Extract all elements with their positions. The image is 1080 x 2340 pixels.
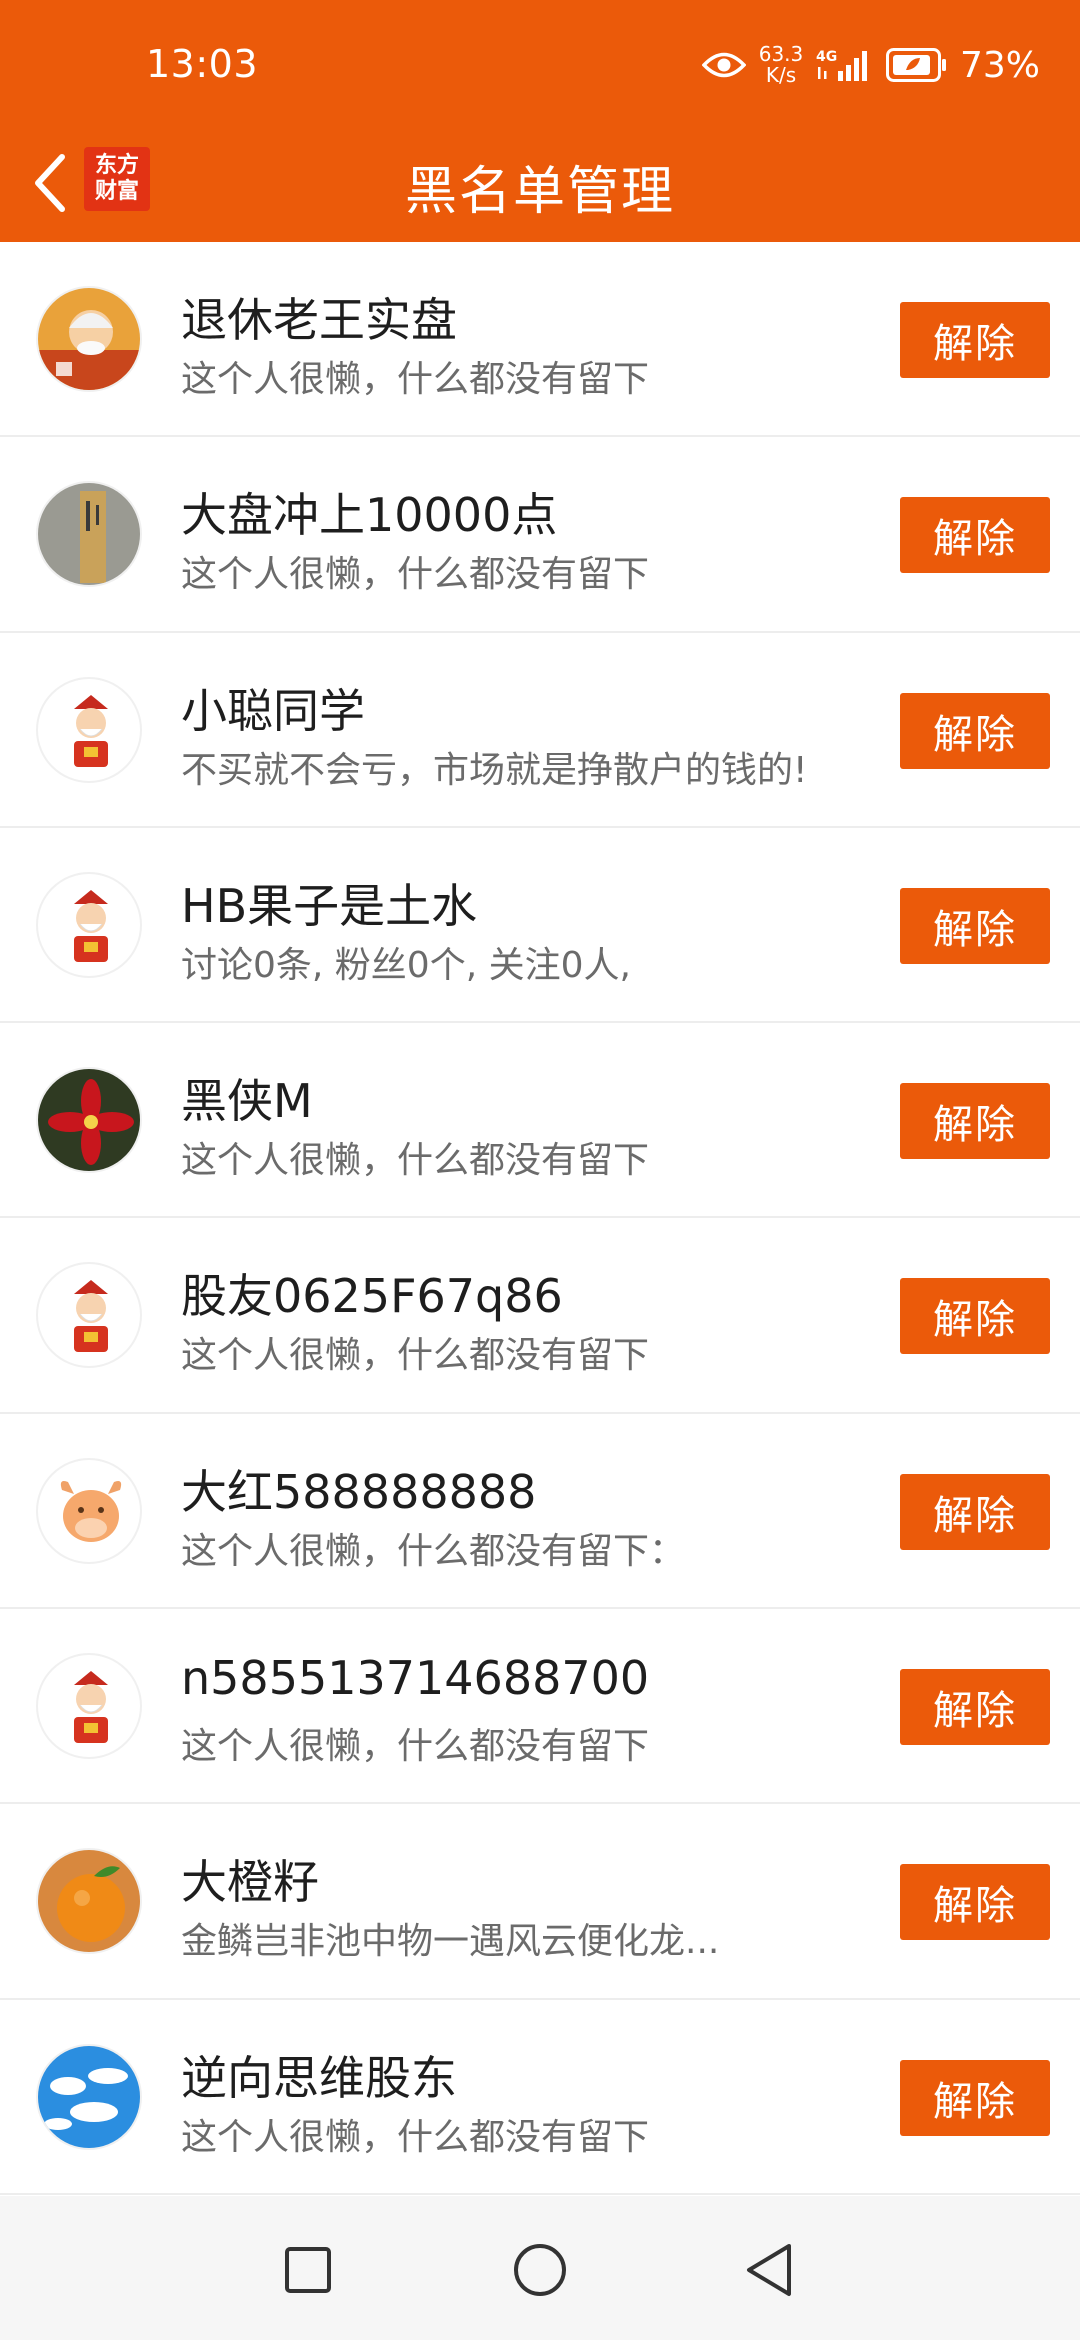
unblock-button[interactable]: 解除 (900, 1083, 1050, 1160)
list-item: n585513714688700 这个人很懒，什么都没有留下 解除 (0, 1609, 1080, 1805)
net-speed-value: 63.3 (758, 42, 804, 66)
fortune-god-avatar-icon (38, 1655, 140, 1758)
avatar[interactable] (36, 1457, 142, 1564)
unblock-button[interactable]: 解除 (900, 1864, 1050, 1941)
avatar[interactable] (36, 481, 142, 588)
user-name[interactable]: 逆向思维股东 (181, 2042, 457, 2108)
triangle-back-icon (743, 2242, 797, 2302)
page-title: 黑名单管理 (404, 162, 675, 222)
status-time: 13:03 (146, 42, 259, 86)
avatar[interactable] (36, 676, 142, 783)
sky-clouds-avatar-icon (38, 2045, 140, 2148)
net-speed-unit: K/s (765, 63, 797, 87)
list-item: HB果子是土水 讨论0条, 粉丝0个, 关注0人, 解除 (0, 827, 1080, 1024)
user-bio: 这个人很懒，什么都没有留下 (181, 554, 650, 596)
user-bio: 这个人很懒，什么都没有留下 (181, 1335, 650, 1377)
avatar[interactable] (36, 1262, 142, 1369)
user-bio: 这个人很懒，什么都没有留下 (181, 1140, 650, 1182)
user-bio: 这个人很懒，什么都没有留下： (181, 1530, 686, 1572)
back-nav-button[interactable] (730, 2232, 810, 2312)
avatar[interactable] (36, 286, 142, 392)
unblock-button[interactable]: 解除 (900, 302, 1050, 378)
status-bar: 13:03 63.3 K/s 4G 73% (0, 0, 1080, 135)
bull-avatar-icon (38, 1459, 140, 1562)
list-item: 黑侠M 这个人很懒，什么都没有留下 解除 (0, 1023, 1080, 1219)
list-item: 退休老王实盘 这个人很懒，什么都没有留下 解除 (0, 242, 1080, 438)
fortune-god-avatar-icon (38, 1264, 140, 1367)
user-bio: 这个人很懒，什么都没有留下 (181, 359, 650, 400)
title-bar: 东方 财富 黑名单管理 (0, 135, 1080, 242)
list-item: 大红588888888 这个人很懒，什么都没有留下： 解除 (0, 1413, 1080, 1610)
unblock-button[interactable]: 解除 (900, 887, 1050, 964)
list-item: 逆向思维股东 这个人很懒，什么都没有留下 解除 (0, 1999, 1080, 2195)
user-bio: 这个人很懒，什么都没有留下 (181, 1726, 650, 1768)
battery-icon (885, 45, 950, 85)
user-name[interactable]: 大橙籽 (181, 1846, 319, 1912)
user-name[interactable]: 小聪同学 (181, 675, 365, 741)
unblock-button[interactable]: 解除 (900, 1473, 1050, 1550)
unblock-button[interactable]: 解除 (900, 1278, 1050, 1355)
unblock-button[interactable]: 解除 (900, 1669, 1050, 1746)
avatar[interactable] (36, 2043, 142, 2150)
list-item: 大橙籽 金鳞岂非池中物一遇风云便化龙... 解除 (0, 1804, 1080, 2000)
fortune-god-avatar-icon (38, 873, 140, 976)
signal-icon: 4G (816, 45, 876, 85)
fortune-god-avatar-icon (38, 678, 140, 781)
home-button[interactable] (500, 2232, 580, 2312)
blocked-users-list: 退休老王实盘 这个人很懒，什么都没有留下 解除 大盘冲上10000点 这个人很懒… (0, 242, 1080, 2195)
avatar[interactable] (36, 1067, 142, 1174)
battery-percentage: 73% (959, 44, 1040, 86)
old-man-avatar-icon (38, 288, 140, 390)
status-icons: 63.3 K/s 4G 73% (701, 40, 1040, 90)
list-item: 股友0625F67q86 这个人很懒，什么都没有留下 解除 (0, 1218, 1080, 1414)
user-bio: 讨论0条, 粉丝0个, 关注0人, (181, 944, 631, 986)
avatar[interactable] (36, 871, 142, 978)
net-speed: 63.3 K/s (756, 44, 806, 86)
unblock-button[interactable]: 解除 (900, 497, 1050, 574)
user-name[interactable]: HB果子是土水 (181, 870, 477, 936)
user-name[interactable]: n585513714688700 (181, 1651, 649, 1705)
list-item: 小聪同学 不买就不会亏，市场就是挣散户的钱的! 解除 (0, 632, 1080, 828)
app-header: 13:03 63.3 K/s 4G 73% 东方 财富 黑名单管理 (0, 0, 1080, 242)
avatar[interactable] (36, 1653, 142, 1760)
user-name[interactable]: 大盘冲上10000点 (181, 479, 557, 545)
circle-icon (512, 2242, 568, 2302)
orange-avatar-icon (38, 1850, 140, 1953)
system-nav-bar (0, 2196, 1080, 2340)
user-bio: 这个人很懒，什么都没有留下 (181, 2116, 650, 2158)
red-flower-avatar-icon (38, 1069, 140, 1172)
svg-text:4G: 4G (816, 49, 837, 65)
unblock-button[interactable]: 解除 (900, 2059, 1050, 2136)
recent-apps-button[interactable] (268, 2232, 348, 2312)
user-name[interactable]: 股友0625F67q86 (181, 1260, 563, 1326)
unblock-button[interactable]: 解除 (900, 692, 1050, 769)
user-bio: 不买就不会亏，市场就是挣散户的钱的! (181, 749, 808, 791)
avatar[interactable] (36, 1848, 142, 1955)
calligraphy-avatar-icon (38, 483, 140, 586)
user-bio: 金鳞岂非池中物一遇风云便化龙... (181, 1921, 720, 1963)
eye-icon (701, 43, 746, 87)
list-item: 大盘冲上10000点 这个人很懒，什么都没有留下 解除 (0, 437, 1080, 633)
user-name[interactable]: 退休老王实盘 (181, 284, 457, 350)
square-icon (283, 2245, 333, 2299)
user-name[interactable]: 黑侠M (181, 1065, 313, 1131)
user-name[interactable]: 大红588888888 (181, 1456, 536, 1522)
